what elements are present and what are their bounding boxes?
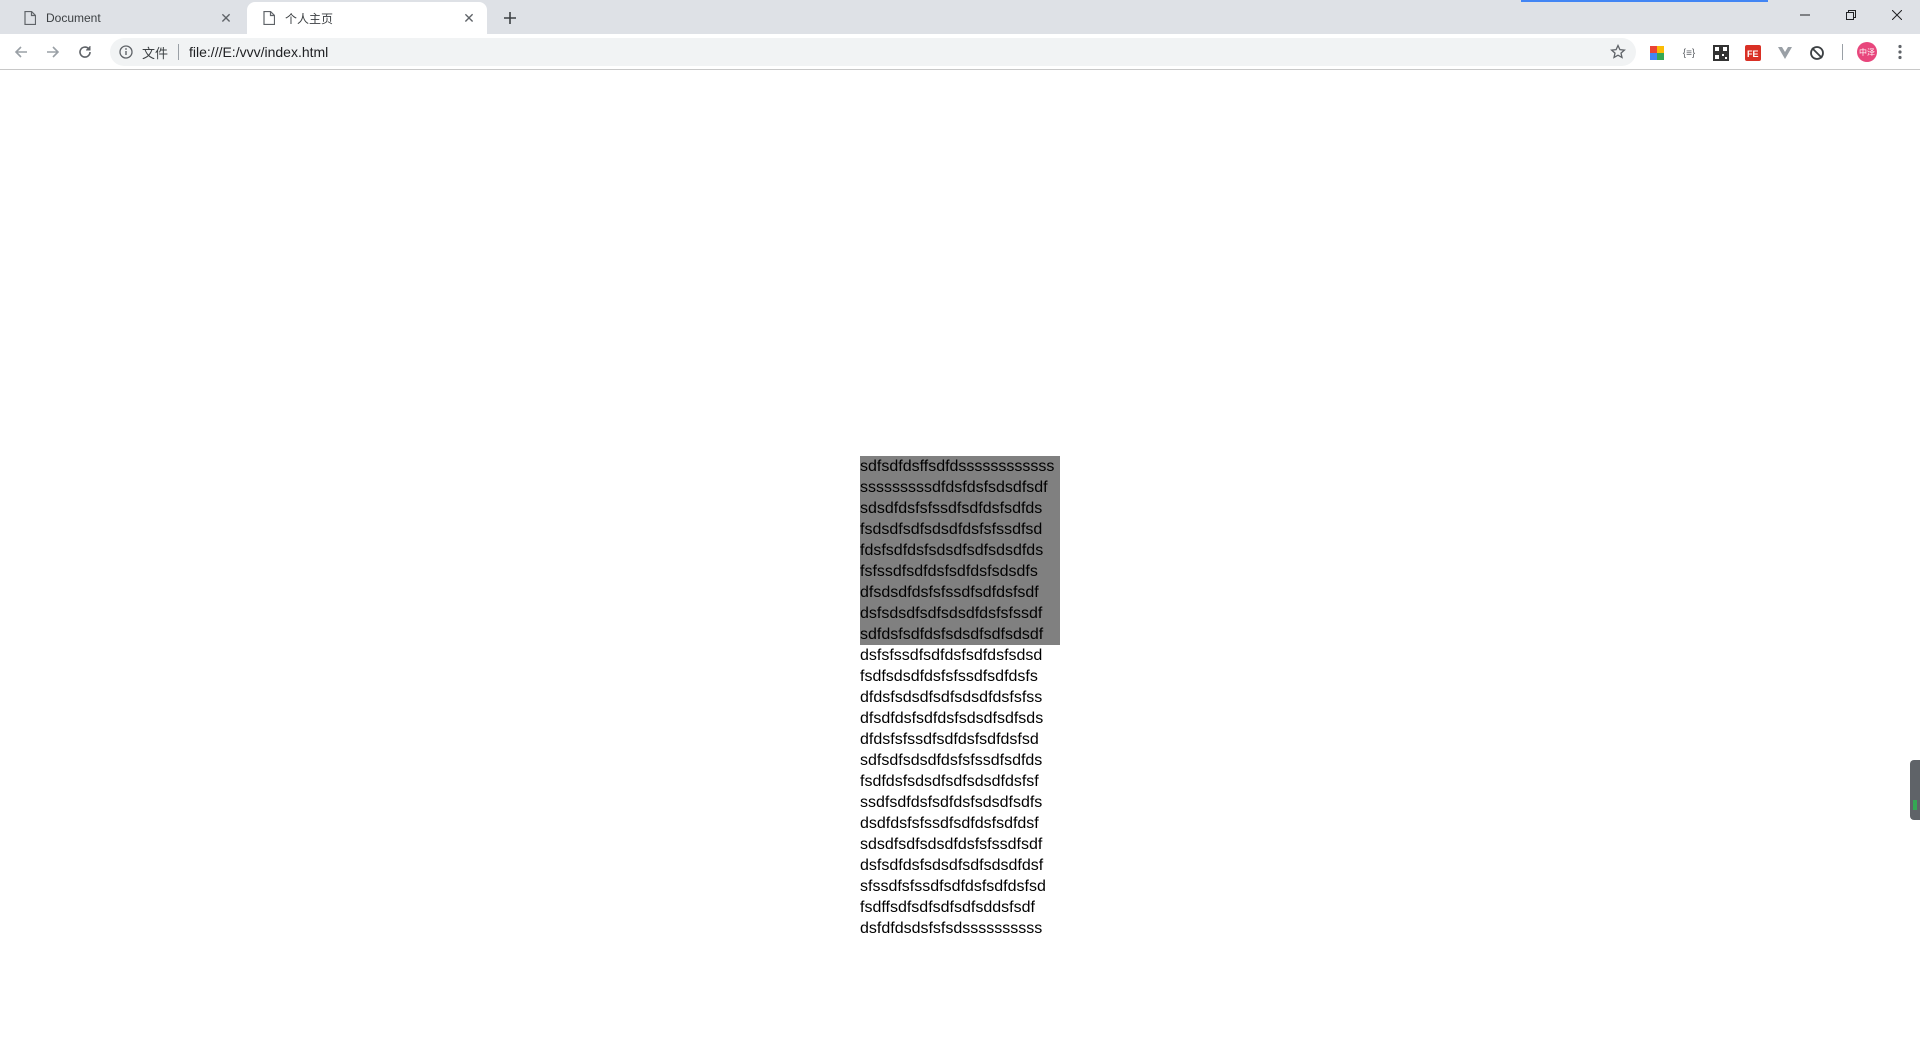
browser-toolbar: 文件 file:///E:/vvv/index.html {≡} FE 中泽	[0, 34, 1920, 70]
divider	[178, 44, 180, 60]
loading-progress-bar	[1521, 0, 1768, 2]
text-line: dfdsfsfssdfsdfdsfsdfdsfsd	[860, 731, 1039, 748]
forward-button[interactable]	[38, 37, 68, 67]
selected-text-line: sssssssssdfdsfdsfsdsdfsdf	[860, 477, 1060, 498]
profile-label: 中泽	[1859, 47, 1875, 57]
tab-title: 个人主页	[285, 11, 334, 26]
tab-title: Document	[46, 11, 101, 25]
text-line: dsdfdsfsfssdfsdfdsfsdfdsf	[860, 815, 1039, 832]
text-line: dfsdfdsfsdfdsfsdsdfsdfsds	[860, 710, 1044, 727]
url-text[interactable]: file:///E:/vvv/index.html	[189, 44, 1608, 60]
text-line: ssdfsdfdsfsdfdsfsdsdfsdfs	[860, 794, 1043, 811]
text-line: sfssdfsfssdfsdfdsfsdfdsfsd	[860, 878, 1046, 895]
text-line: sdsdfsdfsdsdfdsfsfssdfsdf	[860, 836, 1043, 853]
avatar[interactable]: 中泽	[1857, 42, 1877, 62]
star-icon[interactable]	[1608, 42, 1628, 62]
reload-button[interactable]	[70, 37, 100, 67]
close-icon[interactable]: ✕	[459, 8, 479, 28]
reload-icon	[79, 46, 91, 58]
selected-text-line: fdsfsdfdsfsdsdfsdfsdsdfds	[860, 540, 1060, 561]
restore-icon	[1846, 10, 1856, 20]
tab-strip: Document ✕ 个人主页 ✕	[0, 0, 1920, 34]
text-line: dfdsfsdsdfsdfsdsdfdsfsfss	[860, 689, 1043, 706]
selected-text-line: sdfsdfdsffsdfdssssssssssss	[860, 456, 1060, 477]
minimize-button[interactable]	[1782, 0, 1828, 30]
close-window-button[interactable]	[1874, 0, 1920, 30]
page-content: sdfsdfdsffsdfdssssssssssss sssssssssdfdsf…	[0, 71, 1920, 1037]
back-button[interactable]	[6, 37, 36, 67]
selected-text-line: fsdsdfsdfsdsdfdsfsfssdfsd	[860, 519, 1060, 540]
page-icon	[22, 10, 38, 26]
tab-document[interactable]: Document ✕	[8, 2, 244, 34]
plus-icon	[504, 12, 516, 24]
fe-helper-icon[interactable]: FE	[1744, 44, 1762, 62]
tab-personal-home[interactable]: 个人主页 ✕	[247, 2, 487, 34]
text-line: fsdffsdfsdfsdfsdfsddsfsdf	[860, 899, 1035, 916]
text-line: dsfsfssdfsdfdsfsdfdsfsdsd	[860, 647, 1043, 664]
svg-text:FE: FE	[1747, 49, 1759, 59]
security-chip[interactable]: 文件	[142, 43, 168, 62]
arrow-left-icon	[14, 46, 27, 58]
vue-devtools-icon[interactable]	[1776, 44, 1794, 62]
restore-button[interactable]	[1828, 0, 1874, 30]
new-tab-button[interactable]	[497, 5, 523, 31]
text-line: sdfsdfsdsdfdsfsfssdfsdfds	[860, 752, 1043, 769]
text-line: dsfsdfdsfsdsdfsdfsdsdfdsf	[860, 857, 1044, 874]
json-viewer-icon[interactable]: {≡}	[1680, 44, 1698, 62]
selected-text-line: sdfdsfsdfdsfsdsdfsdfsdsdf	[860, 624, 1060, 645]
side-widget-handle[interactable]	[1910, 760, 1920, 820]
text-block: sdfsdfdsffsdfdssssssssssss sssssssssdfdsf…	[860, 456, 1060, 939]
sync-extension-icon[interactable]	[1808, 44, 1826, 62]
close-icon	[1892, 10, 1902, 20]
google-extension-icon[interactable]	[1648, 44, 1666, 62]
arrow-right-icon	[47, 46, 60, 58]
address-bar[interactable]: 文件 file:///E:/vvv/index.html	[110, 38, 1636, 66]
page-icon	[261, 10, 277, 26]
minimize-icon	[1800, 14, 1810, 16]
qr-code-icon[interactable]	[1712, 44, 1730, 62]
more-vert-icon[interactable]	[1890, 42, 1910, 62]
selected-text-line: sdsdfdsfsfssdfsdfdsfsdfds	[860, 498, 1060, 519]
selected-text-line: dsfsdsdfsdfsdsdfdsfsfssdf	[860, 603, 1060, 624]
close-icon[interactable]: ✕	[216, 8, 236, 28]
info-icon[interactable]	[118, 44, 134, 60]
selected-text-line: fsfssdfsdfdsfsdfdsfsdsdfs	[860, 561, 1060, 582]
text-line: fsdfsdsdfdsfsfssdfsdfdsfs	[860, 668, 1038, 685]
selected-text-line: dfsdsdfdsfsfssdfsdfdsfsdf	[860, 582, 1060, 603]
divider	[1842, 44, 1843, 60]
text-line: fsdfdsfsdsdfsdfsdsdfdsfsf	[860, 773, 1039, 790]
text-line: dsfdfdsdsfsfsdssssssssss	[860, 920, 1043, 937]
